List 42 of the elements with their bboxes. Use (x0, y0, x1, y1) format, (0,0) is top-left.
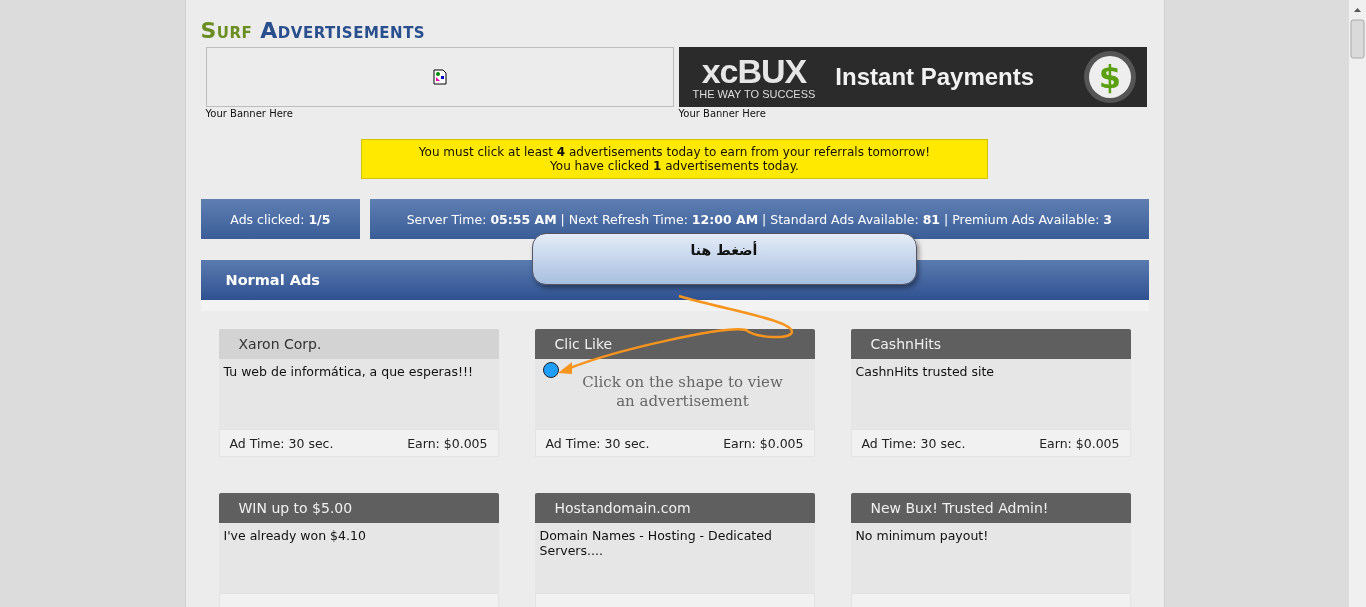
banner-slogan: Instant Payments (835, 63, 1036, 91)
ad-description: No minimum payout! (855, 528, 989, 543)
ad-title[interactable]: WIN up to $5.00 (218, 493, 499, 523)
ad-time: Ad Time: 30 sec. (861, 435, 966, 451)
ad-title[interactable]: Clic Like (534, 329, 815, 359)
shape-instruction: Click on the shape to view an advertisement (581, 372, 784, 411)
banner-tagline: THE WAY TO SUCCESS (692, 88, 816, 100)
dollar-coin-icon: $ (1082, 50, 1137, 104)
ad-earn: Earn: $0.005 (407, 435, 488, 451)
ad-description: CashnHits trusted site (855, 364, 995, 379)
banner-placeholder[interactable] (205, 47, 674, 107)
ad-earn: Earn: $0.005 (1039, 435, 1120, 451)
ad-card[interactable]: New Bux! Trusted Admin! No minimum payout! (850, 493, 1131, 607)
stats-text: Server Time: 05:55 AM | Next Refresh Time: 12:00 AM | Standard Ads Available: 81 | Premium Ads Available: 3 (406, 211, 1113, 227)
ad-title[interactable]: CashnHits (850, 329, 1131, 359)
ad-title[interactable]: Xaron Corp. (218, 329, 499, 359)
banner-caption: Your Banner Here (678, 107, 767, 121)
ad-description: Tu web de informática, a que esperas!!! (223, 364, 473, 379)
click-shape[interactable] (542, 362, 559, 378)
broken-image-icon (432, 69, 447, 85)
clicked-text: Ads clicked: 1/5 (230, 211, 331, 227)
scrollbar[interactable] (1348, 0, 1366, 607)
page-title: Advertisements (260, 18, 426, 44)
ad-title[interactable]: Hostandomain.com (534, 493, 815, 523)
page-title: Surf (200, 18, 253, 44)
banner-logo: xcBUX (701, 54, 807, 88)
ad-time: Ad Time: 30 sec. (229, 435, 334, 451)
ad-description: Domain Names - Hosting - Dedicated Servers.... (539, 528, 772, 558)
ad-earn: Earn: $0.005 (723, 435, 804, 451)
ad-card[interactable]: CashnHits CashnHits trusted site Ad Time: 30 sec. Earn: $0.005 (850, 329, 1131, 457)
ad-time: Ad Time: 30 sec. (545, 435, 650, 451)
advert-banner[interactable]: xcBUX THE WAY TO SUCCESS Instant Payments $ (678, 47, 1147, 107)
ad-card[interactable]: Clic Like Click on the shape to view an advertisement Ad Time: 30 sec. Earn: $0.005 (534, 329, 815, 457)
ad-card[interactable]: Xaron Corp. Tu web de informática, a que esperas!!! Ad Time: 30 sec. Earn: $0.005 (218, 329, 499, 457)
banner-caption: Your Banner Here (205, 107, 294, 121)
ad-card[interactable]: WIN up to $5.00 I've already won $4.10 (218, 493, 499, 607)
ad-description: I've already won $4.10 (223, 528, 366, 543)
ad-card[interactable]: Hostandomain.com Domain Names - Hosting - Dedicated Servers.... (534, 493, 815, 607)
notice-text: You have clicked 1 advertisements today. (549, 159, 800, 173)
ad-title[interactable]: New Bux! Trusted Admin! (850, 493, 1131, 523)
notice-text: You must click at least 4 advertisements today to earn from your referrals tomorrow! (417, 145, 932, 159)
callout-bubble: أضغط هنا (531, 233, 917, 285)
